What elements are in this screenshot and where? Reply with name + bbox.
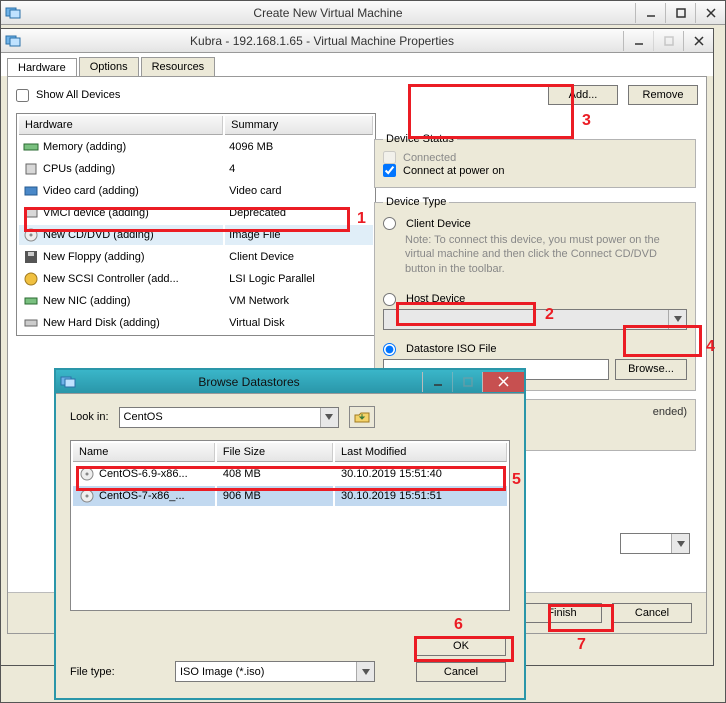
col-hardware: Hardware — [19, 116, 223, 135]
tab-hardware[interactable]: Hardware — [7, 58, 77, 77]
client-device-radio[interactable]: Client Device — [383, 214, 687, 233]
chevron-down-icon — [668, 310, 686, 329]
hardware-row[interactable]: New CD/DVD (adding)Image File — [19, 225, 373, 245]
browse-minimize-button[interactable] — [422, 372, 452, 392]
floppy-icon — [23, 249, 39, 265]
host-device-radio[interactable]: Host Device — [383, 290, 687, 309]
props-close-button[interactable] — [683, 31, 713, 51]
connect-at-poweron-checkbox[interactable]: Connect at power on — [383, 164, 687, 177]
cpu-icon — [23, 161, 39, 177]
props-maximize-button — [653, 31, 683, 51]
outer-titlebar: Create New Virtual Machine — [1, 1, 725, 25]
outer-maximize-button[interactable] — [665, 3, 695, 23]
device-status-group: Device Status Connected Connect at power… — [374, 133, 696, 188]
outer-title: Create New Virtual Machine — [21, 6, 635, 20]
browse-close-button[interactable] — [482, 372, 524, 392]
hardware-row[interactable]: New Floppy (adding)Client Device — [19, 247, 373, 267]
look-in-combo[interactable]: CentOS — [119, 407, 339, 428]
browse-titlebar: Browse Datastores — [56, 370, 524, 394]
vmware-icon — [60, 374, 76, 390]
remove-button[interactable]: Remove — [628, 85, 698, 105]
browse-maximize-button — [452, 372, 482, 392]
props-minimize-button[interactable] — [623, 31, 653, 51]
tab-bar: Hardware Options Resources — [1, 53, 713, 76]
client-device-note: Note: To connect this device, you must p… — [383, 233, 687, 276]
browse-button[interactable]: Browse... — [615, 359, 687, 380]
browse-title: Browse Datastores — [76, 375, 422, 389]
scsi-icon — [23, 271, 39, 287]
vmware-icon — [5, 5, 21, 21]
col-name: Name — [73, 443, 215, 462]
memory-icon — [23, 139, 39, 155]
chevron-down-icon — [320, 408, 338, 427]
tab-resources[interactable]: Resources — [141, 57, 216, 76]
hardware-row[interactable]: New Hard Disk (adding)Virtual Disk — [19, 313, 373, 333]
hardware-row[interactable]: VMCI device (adding)Deprecated — [19, 203, 373, 223]
cd-icon — [23, 227, 39, 243]
hardware-row[interactable]: Memory (adding)4096 MB — [19, 137, 373, 157]
folder-up-button[interactable] — [349, 406, 375, 428]
col-size: File Size — [217, 443, 333, 462]
device-type-group: Device Type Client Device Note: To conne… — [374, 196, 696, 391]
vmware-icon — [5, 33, 21, 49]
props-titlebar: Kubra - 192.168.1.65 - Virtual Machine P… — [1, 29, 713, 53]
file-type-combo[interactable]: ISO Image (*.iso) — [175, 661, 375, 682]
hdd-icon — [23, 315, 39, 331]
file-row[interactable]: CentOS-7-x86_...906 MB30.10.2019 15:51:5… — [73, 486, 507, 506]
cd-icon — [79, 466, 95, 482]
browse-cancel-button[interactable]: Cancel — [416, 662, 506, 682]
host-device-combo — [383, 309, 687, 330]
hardware-table: Hardware Summary Memory (adding)4096 MBC… — [16, 113, 376, 336]
file-type-label: File type: — [70, 666, 165, 678]
file-row[interactable]: CentOS-6.9-x86...408 MB30.10.2019 15:51:… — [73, 464, 507, 484]
show-all-devices-checkbox[interactable]: Show All Devices — [16, 89, 538, 102]
tab-options[interactable]: Options — [79, 57, 139, 76]
nic-icon — [23, 293, 39, 309]
finish-button[interactable]: Finish — [522, 603, 602, 623]
hardware-row[interactable]: New SCSI Controller (add...LSI Logic Par… — [19, 269, 373, 289]
chevron-down-icon — [356, 662, 374, 681]
hardware-row[interactable]: CPUs (adding)4 — [19, 159, 373, 179]
browse-datastores-dialog: Browse Datastores Look in: CentOS Name F… — [54, 368, 526, 700]
add-button[interactable]: Add... — [548, 85, 618, 105]
col-modified: Last Modified — [335, 443, 507, 462]
vmci-icon — [23, 205, 39, 221]
hardware-row[interactable]: Video card (adding)Video card — [19, 181, 373, 201]
col-summary: Summary — [225, 116, 373, 135]
datastore-iso-radio[interactable]: Datastore ISO File — [383, 340, 687, 359]
look-in-label: Look in: — [70, 411, 109, 423]
browse-ok-button[interactable]: OK — [416, 636, 506, 656]
props-title: Kubra - 192.168.1.65 - Virtual Machine P… — [21, 34, 623, 48]
outer-close-button[interactable] — [695, 3, 725, 23]
props-cancel-button[interactable]: Cancel — [612, 603, 692, 623]
datastore-file-list[interactable]: Name File Size Last Modified CentOS-6.9-… — [70, 440, 510, 611]
video-icon — [23, 183, 39, 199]
cd-icon — [79, 488, 95, 504]
virtual-node-combo[interactable] — [620, 533, 690, 554]
connected-checkbox: Connected — [383, 151, 687, 164]
hardware-row[interactable]: New NIC (adding)VM Network — [19, 291, 373, 311]
outer-minimize-button[interactable] — [635, 3, 665, 23]
